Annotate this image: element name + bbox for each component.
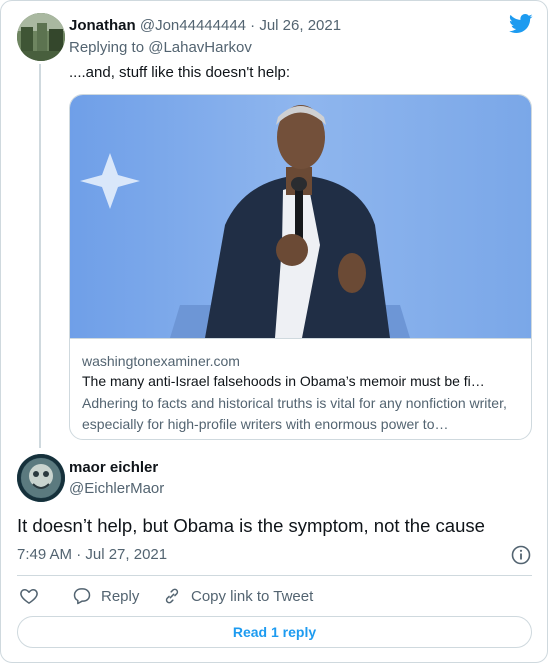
copy-link-label: Copy link to Tweet (191, 587, 314, 605)
divider (17, 575, 532, 576)
link-icon (165, 588, 179, 604)
heart-icon (20, 589, 38, 604)
reply-icon (73, 588, 91, 605)
display-name[interactable]: maor eichler (69, 459, 158, 476)
handle-date[interactable]: @Jon44444444 · Jul 26, 2021 (140, 17, 341, 34)
reply-button[interactable]: Reply (72, 586, 139, 606)
like-button[interactable] (19, 586, 39, 606)
link-card[interactable]: washingtonexaminer.com The many anti-Isr… (69, 94, 532, 440)
handle[interactable]: @EichlerMaor (69, 480, 164, 497)
twitter-bird-icon[interactable] (509, 14, 533, 34)
reply-label: Reply (101, 587, 140, 605)
display-name[interactable]: Jonathan (69, 17, 136, 34)
tweet-text: ....and, stuff like this doesn't help: (69, 64, 291, 81)
card-image (70, 95, 531, 338)
replying-to[interactable]: Replying to @LahavHarkov (69, 39, 252, 56)
timestamp[interactable]: 7:49 AM · Jul 27, 2021 (17, 546, 167, 563)
card-domain: washingtonexaminer.com (82, 353, 240, 369)
avatar[interactable] (17, 454, 65, 502)
copy-link-button[interactable]: Copy link to Tweet (162, 586, 313, 606)
thread-line (39, 64, 41, 448)
read-replies-button[interactable]: Read 1 reply (17, 616, 532, 648)
author-line: Jonathan @Jon44444444 · Jul 26, 2021 (69, 17, 341, 34)
info-icon[interactable] (511, 545, 531, 565)
card-divider (70, 338, 531, 339)
card-title: The many anti-Israel falsehoods in Obama… (82, 373, 485, 389)
tweet-text: It doesn’t help, but Obama is the sympto… (17, 515, 485, 536)
card-description: Adhering to facts and historical truths … (82, 395, 507, 432)
avatar[interactable] (17, 13, 65, 61)
